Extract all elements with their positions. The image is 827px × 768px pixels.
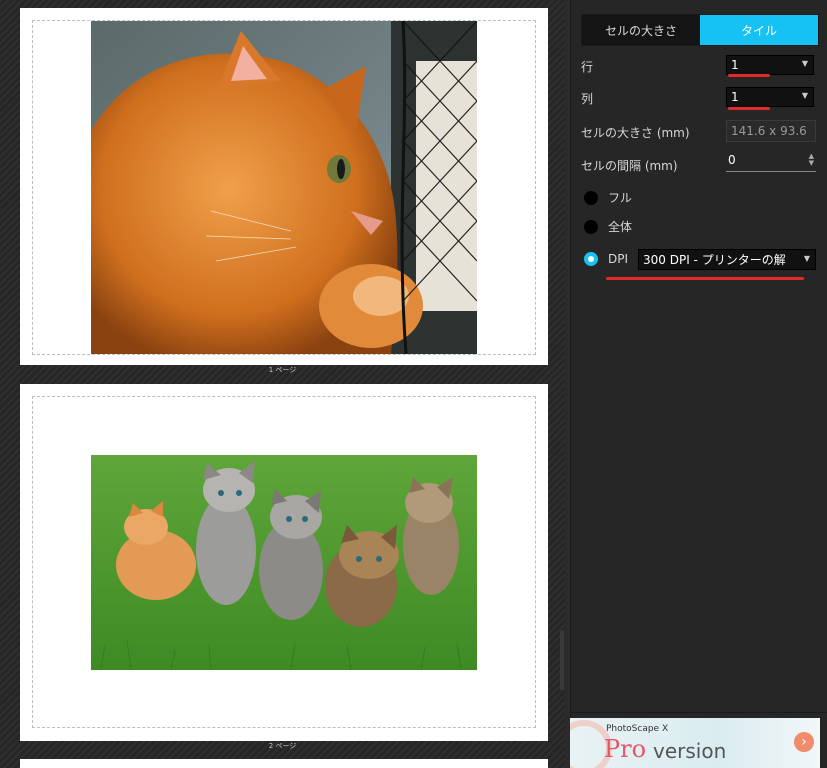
banner-pro: Pro — [604, 735, 647, 763]
annotation-underline — [606, 277, 804, 280]
tab-tile[interactable]: タイル — [700, 15, 818, 45]
tab-cell-size[interactable]: セルの大きさ — [582, 15, 700, 45]
radio-checked-icon[interactable] — [584, 252, 598, 266]
fit-option-whole-label: 全体 — [608, 220, 633, 234]
dpi-select[interactable]: 300 DPI - プリンターの解 ▼ — [638, 249, 816, 270]
annotation-underline — [728, 74, 770, 77]
radio-icon[interactable] — [584, 219, 598, 234]
chevron-right-icon[interactable]: › — [794, 732, 814, 752]
page-1-label: 1 ページ — [268, 366, 297, 374]
fit-option-dpi[interactable]: DPI — [584, 252, 628, 266]
cell-gap-input[interactable]: 0 ▲ ▼ — [726, 153, 816, 172]
rows-value: 1 — [731, 58, 739, 72]
fit-option-full-label: フル — [608, 191, 633, 205]
kittens-photo[interactable] — [91, 455, 477, 670]
banner-brand: PhotoScape X — [606, 724, 669, 734]
chevron-down-icon: ▼ — [801, 59, 808, 68]
cols-select[interactable]: 1 ▼ — [726, 87, 814, 107]
banner-version: version — [653, 739, 727, 763]
rows-label: 行 — [581, 60, 594, 74]
fit-option-whole[interactable]: 全体 — [584, 218, 632, 235]
panel-divider — [570, 712, 827, 713]
rows-select[interactable]: 1 ▼ — [726, 55, 814, 75]
radio-icon[interactable] — [584, 190, 598, 205]
cols-label: 列 — [581, 92, 594, 106]
tile-settings-panel: セルの大きさ タイル 行 列 セルの大きさ (mm) セルの間隔 (mm) — [570, 0, 827, 768]
chevron-down-icon: ▼ — [801, 91, 808, 100]
page-2-label: 2 ページ — [268, 742, 297, 750]
cell-gap-label: セルの間隔 (mm) — [581, 159, 678, 173]
dpi-value: 300 DPI - プリンターの解 — [643, 253, 786, 267]
annotation-underline — [728, 107, 770, 110]
preview-page-1 — [20, 8, 548, 365]
fit-option-full[interactable]: フル — [584, 189, 632, 206]
preview-page-3 — [20, 759, 548, 768]
layout-mode-tabs: セルの大きさ タイル — [581, 14, 819, 46]
orange-cat-photo[interactable] — [91, 21, 477, 354]
cell-size-value: 141.6 x 93.6 — [731, 124, 807, 138]
print-preview-area: 1 ページ 2 ページ — [0, 0, 565, 768]
cell-size-label: セルの大きさ (mm) — [581, 126, 690, 140]
fit-option-dpi-label: DPI — [608, 252, 629, 266]
cols-value: 1 — [731, 90, 739, 104]
cell-gap-value: 0 — [728, 153, 736, 167]
pro-version-banner[interactable]: PhotoScape X Pro version › — [570, 718, 820, 768]
chevron-down-icon: ▼ — [803, 254, 810, 263]
stepper-icon[interactable]: ▲ ▼ — [809, 153, 814, 167]
cell-size-field: 141.6 x 93.6 — [726, 120, 816, 142]
preview-page-2 — [20, 384, 548, 741]
preview-scrollbar[interactable] — [560, 630, 564, 690]
